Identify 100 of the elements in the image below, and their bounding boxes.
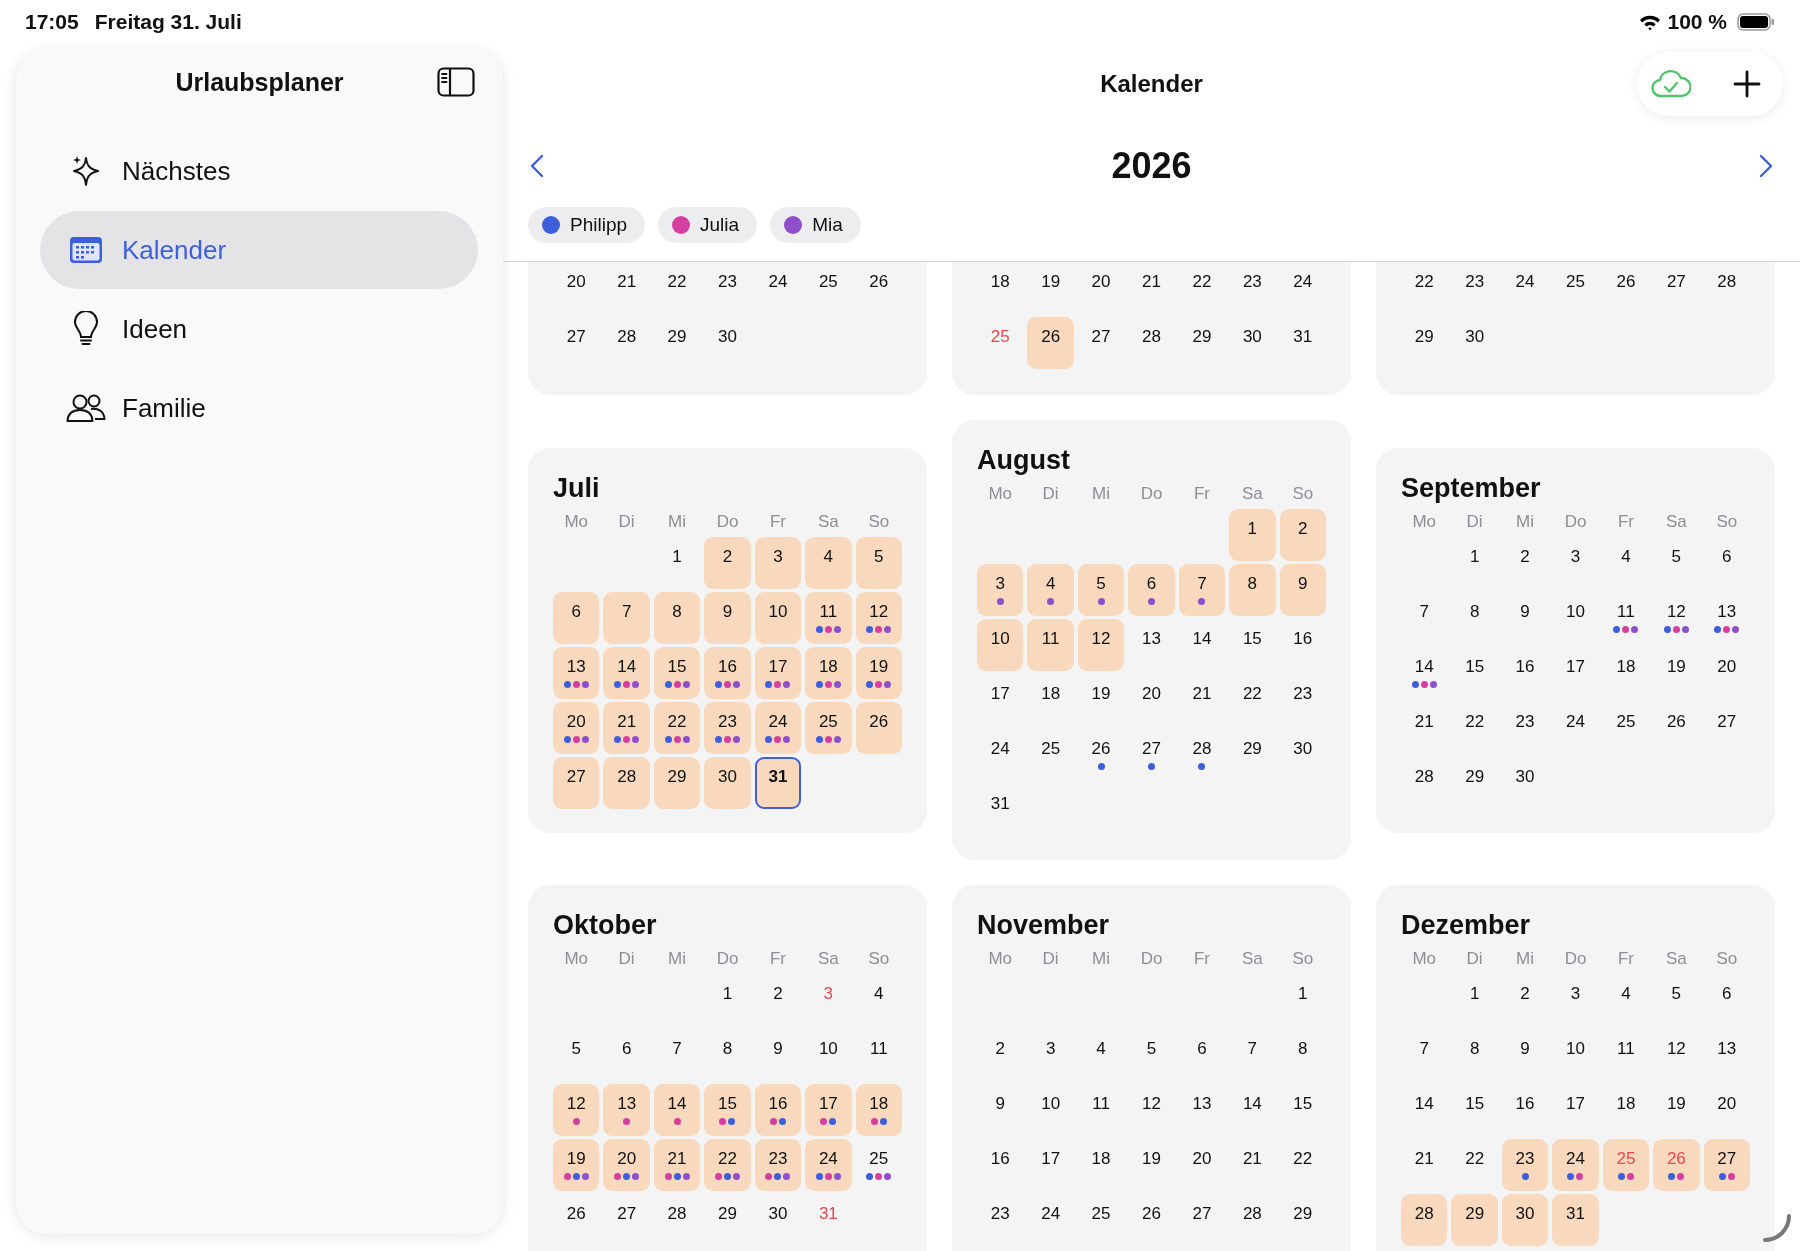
day-cell[interactable]: 5 bbox=[1077, 564, 1125, 616]
day-number[interactable]: 15 bbox=[1242, 628, 1262, 650]
day-cell[interactable]: 9 bbox=[704, 591, 751, 644]
day-number[interactable]: 14 bbox=[1414, 655, 1434, 678]
day-number[interactable]: 23 bbox=[1293, 683, 1313, 705]
day-number[interactable]: 5 bbox=[571, 1038, 581, 1060]
day-number[interactable]: 11 bbox=[1617, 1038, 1635, 1060]
day-number[interactable]: 22 bbox=[1414, 271, 1434, 293]
day-number[interactable]: 5 bbox=[1146, 1038, 1157, 1060]
day-cell[interactable]: 17 bbox=[805, 1084, 852, 1136]
day-number[interactable]: 26 bbox=[566, 1203, 586, 1225]
day-number[interactable]: 30 bbox=[1515, 765, 1535, 788]
day-number[interactable]: 28 bbox=[1414, 765, 1434, 788]
add-icon[interactable] bbox=[1733, 70, 1761, 98]
day-cell[interactable]: 30 bbox=[1501, 1194, 1549, 1246]
day-number[interactable]: 2 bbox=[1520, 545, 1530, 568]
day-number[interactable]: 28 bbox=[1717, 271, 1737, 293]
day-number[interactable]: 9 bbox=[773, 1038, 783, 1060]
day-number[interactable]: 3 bbox=[823, 983, 834, 1005]
day-cell[interactable]: 22 bbox=[704, 1139, 751, 1191]
day-number[interactable]: 30 bbox=[1293, 738, 1313, 760]
day-number[interactable]: 4 bbox=[1621, 545, 1631, 568]
day-cell[interactable]: 23 bbox=[754, 1139, 802, 1191]
day-number[interactable]: 1 bbox=[1298, 983, 1308, 1005]
day-number[interactable]: 25 bbox=[1041, 738, 1061, 760]
day-cell[interactable]: 12 bbox=[1077, 619, 1125, 671]
day-number[interactable]: 29 bbox=[1414, 326, 1434, 348]
day-number[interactable]: 1 bbox=[1469, 983, 1480, 1005]
day-number[interactable]: 16 bbox=[1515, 655, 1535, 678]
day-number[interactable]: 29 bbox=[1192, 326, 1212, 348]
day-number[interactable]: 25 bbox=[1616, 710, 1636, 733]
day-cell[interactable]: 18 bbox=[805, 646, 852, 699]
day-cell[interactable]: 30 bbox=[704, 756, 751, 809]
day-number[interactable]: 29 bbox=[1293, 1203, 1313, 1225]
day-number[interactable]: 3 bbox=[1570, 983, 1581, 1005]
day-number[interactable]: 10 bbox=[818, 1038, 838, 1060]
day-number[interactable]: 2 bbox=[1520, 983, 1530, 1005]
day-number[interactable]: 6 bbox=[1722, 545, 1732, 568]
day-number[interactable]: 26 bbox=[1616, 271, 1636, 293]
day-number[interactable]: 19 bbox=[1041, 271, 1061, 293]
day-number[interactable]: 27 bbox=[1666, 271, 1686, 293]
day-number[interactable]: 30 bbox=[1465, 326, 1485, 348]
day-number[interactable]: 18 bbox=[1616, 1093, 1636, 1115]
day-number[interactable]: 23 bbox=[1465, 271, 1485, 293]
cloud-check-icon[interactable] bbox=[1651, 69, 1691, 99]
day-cell[interactable]: 21 bbox=[653, 1139, 701, 1191]
day-number[interactable]: 1 bbox=[672, 545, 682, 568]
day-cell[interactable]: 1 bbox=[1229, 509, 1276, 561]
day-number[interactable]: 11 bbox=[1617, 600, 1635, 623]
day-number[interactable]: 27 bbox=[1091, 326, 1111, 348]
day-number[interactable]: 8 bbox=[1469, 1038, 1480, 1060]
day-number[interactable]: 25 bbox=[869, 1148, 889, 1170]
day-number[interactable]: 31 bbox=[818, 1203, 838, 1225]
day-number[interactable]: 13 bbox=[1717, 1038, 1737, 1060]
day-number[interactable]: 20 bbox=[566, 271, 586, 293]
day-number[interactable]: 9 bbox=[995, 1093, 1005, 1115]
day-cell[interactable]: 4 bbox=[1027, 564, 1074, 616]
sidebar-toggle-icon[interactable] bbox=[437, 67, 475, 97]
day-number[interactable]: 21 bbox=[617, 271, 637, 293]
day-cell[interactable]: 18 bbox=[855, 1084, 902, 1136]
day-number[interactable]: 5 bbox=[1671, 545, 1682, 568]
previous-year-icon[interactable] bbox=[530, 154, 544, 178]
day-number[interactable]: 20 bbox=[1192, 1148, 1212, 1170]
day-number[interactable]: 12 bbox=[1142, 1093, 1161, 1115]
day-number[interactable]: 14 bbox=[1414, 1093, 1434, 1115]
day-number[interactable]: 27 bbox=[1142, 738, 1161, 760]
day-number[interactable]: 24 bbox=[1293, 271, 1313, 293]
day-number[interactable]: 14 bbox=[1192, 628, 1212, 650]
day-cell[interactable]: 10 bbox=[754, 591, 802, 644]
day-number[interactable]: 29 bbox=[1242, 738, 1262, 760]
day-number[interactable]: 10 bbox=[1566, 1038, 1585, 1060]
day-number[interactable]: 8 bbox=[1469, 600, 1480, 623]
day-number[interactable]: 4 bbox=[1096, 1038, 1106, 1060]
day-number[interactable]: 7 bbox=[1419, 1038, 1429, 1060]
day-cell[interactable]: 9 bbox=[1279, 564, 1326, 616]
day-cell[interactable]: 26 bbox=[855, 701, 902, 754]
day-number[interactable]: 6 bbox=[1197, 1038, 1207, 1060]
day-number[interactable]: 22 bbox=[1293, 1148, 1313, 1170]
day-number[interactable]: 19 bbox=[1666, 655, 1686, 678]
day-cell[interactable]: 11 bbox=[1027, 619, 1074, 671]
day-number[interactable]: 22 bbox=[667, 271, 687, 293]
day-number[interactable]: 3 bbox=[1045, 1038, 1056, 1060]
day-number[interactable]: 10 bbox=[1566, 600, 1585, 623]
sidebar-item[interactable]: Kalender bbox=[40, 211, 478, 289]
day-number[interactable]: 27 bbox=[1192, 1203, 1212, 1225]
day-number[interactable]: 2 bbox=[773, 983, 783, 1005]
next-year-icon[interactable] bbox=[1759, 154, 1773, 178]
day-number[interactable]: 28 bbox=[1192, 738, 1212, 760]
day-number[interactable]: 10 bbox=[1041, 1093, 1061, 1115]
day-cell[interactable]: 15 bbox=[653, 646, 701, 699]
day-number[interactable]: 30 bbox=[718, 326, 737, 348]
day-number[interactable]: 4 bbox=[1621, 983, 1631, 1005]
day-number[interactable]: 16 bbox=[1515, 1093, 1535, 1115]
day-number[interactable]: 21 bbox=[1242, 1148, 1262, 1170]
person-chip[interactable]: Mia bbox=[770, 207, 861, 243]
day-number[interactable]: 6 bbox=[1722, 983, 1732, 1005]
day-cell[interactable]: 6 bbox=[1128, 564, 1175, 616]
day-cell[interactable]: 8 bbox=[653, 591, 701, 644]
day-cell[interactable]: 10 bbox=[977, 619, 1024, 671]
day-number[interactable]: 8 bbox=[1298, 1038, 1308, 1060]
